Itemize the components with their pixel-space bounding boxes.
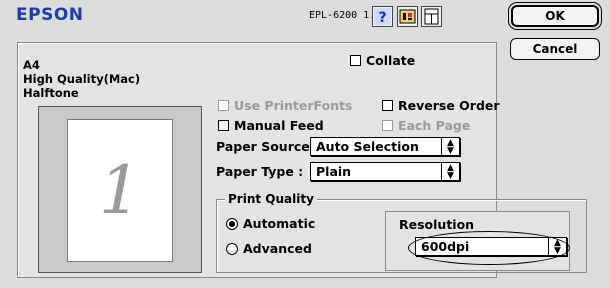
printer-utility-icon[interactable]: [397, 6, 418, 27]
collate-checkbox[interactable]: Collate: [350, 53, 415, 68]
advanced-radio-dot[interactable]: [226, 242, 238, 255]
manual-feed-label: Manual Feed: [234, 118, 324, 133]
layout-icon[interactable]: [421, 6, 442, 27]
reverse-order-box[interactable]: [382, 100, 393, 111]
cancel-button[interactable]: Cancel: [510, 38, 600, 60]
collate-label: Collate: [366, 53, 416, 68]
svg-text:?: ?: [378, 10, 386, 25]
each-page-checkbox[interactable]: Each Page: [382, 118, 470, 133]
help-icon[interactable]: ?: [372, 6, 393, 27]
ok-button[interactable]: OK: [511, 5, 599, 27]
paper-size-text: A4: [23, 58, 40, 72]
advanced-label: Advanced: [243, 241, 312, 256]
use-printer-fonts-checkbox[interactable]: Use PrinterFonts: [218, 98, 352, 113]
popup-arrows-icon: ▲ ▼: [441, 138, 459, 155]
manual-feed-box[interactable]: [218, 120, 229, 131]
advanced-radio[interactable]: Advanced: [226, 241, 312, 256]
use-printer-fonts-box[interactable]: [218, 100, 229, 111]
settings-summary: A4 High Quality(Mac) Halftone: [23, 58, 140, 100]
manual-feed-checkbox[interactable]: Manual Feed: [218, 118, 324, 133]
halftone-text: Halftone: [23, 86, 79, 100]
automatic-radio[interactable]: Automatic: [226, 216, 315, 231]
reverse-order-checkbox[interactable]: Reverse Order: [382, 98, 500, 113]
quality-text: High Quality(Mac): [23, 72, 141, 86]
use-printer-fonts-label: Use PrinterFonts: [234, 98, 353, 113]
paper-type-label: Paper Type :: [216, 164, 304, 179]
resolution-value: 600dpi: [421, 239, 470, 254]
automatic-label: Automatic: [243, 216, 316, 231]
preview-page-number: 1: [99, 152, 141, 229]
paper-source-value: Auto Selection: [316, 139, 419, 154]
print-quality-title: Print Quality: [225, 192, 317, 206]
paper-source-label: Paper Source :: [216, 139, 320, 154]
popup-arrows-icon: ▲ ▼: [548, 238, 566, 255]
popup-arrows-icon: ▲ ▼: [441, 163, 459, 180]
resolution-popup[interactable]: 600dpi ▲ ▼: [415, 237, 567, 256]
paper-type-popup[interactable]: Plain ▲ ▼: [310, 162, 460, 181]
page-preview: 1: [38, 106, 202, 273]
preview-page: 1: [67, 119, 173, 262]
each-page-box[interactable]: [382, 120, 393, 131]
paper-type-value: Plain: [316, 164, 352, 179]
reverse-order-label: Reverse Order: [398, 98, 500, 113]
resolution-label: Resolution: [399, 217, 475, 232]
paper-source-popup[interactable]: Auto Selection ▲ ▼: [310, 137, 460, 156]
each-page-label: Each Page: [398, 118, 471, 133]
printer-settings-dialog: EPSON EPL-6200 1.00 ? OK Cancel A4 High …: [0, 0, 610, 288]
automatic-radio-dot[interactable]: [226, 217, 238, 230]
collate-checkbox-box[interactable]: [350, 55, 361, 66]
brand-logo: EPSON: [16, 5, 84, 25]
